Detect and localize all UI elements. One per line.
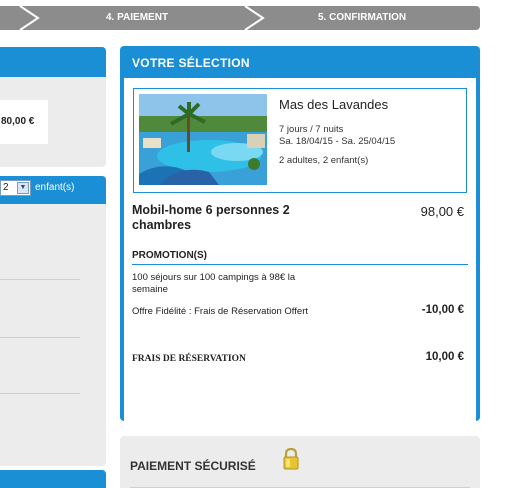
promotions-title: PROMOTION(S) (132, 250, 207, 261)
fees-amount: 10,00 € (425, 351, 464, 363)
product-price: 98,00 € (420, 204, 464, 219)
booking-page: 4. PAIEMENT 5. CONFIRMATION 80,00 € 2 ▼ … (0, 0, 528, 488)
left-panel-header (0, 47, 106, 77)
children-select[interactable]: 2 ▼ (0, 180, 31, 196)
promotion-amount: -10,00 € (421, 304, 464, 316)
step-bar: 4. PAIEMENT 5. CONFIRMATION (0, 6, 480, 30)
step-separator-icon (244, 6, 265, 30)
chevron-down-icon[interactable]: ▼ (17, 182, 29, 194)
children-label: enfant(s) (35, 182, 75, 193)
total-label: TOTAL (132, 398, 164, 409)
promotions-divider (132, 264, 468, 265)
children-select-value: 2 (3, 182, 9, 193)
secure-payment-panel: PAIEMENT SÉCURISÉ (120, 436, 480, 488)
left-price: 80,00 € (0, 100, 48, 144)
total-amount: 98,00 € (401, 393, 468, 415)
divider (0, 393, 80, 394)
divider (0, 279, 80, 280)
stay-dates: Sa. 18/04/15 - Sa. 25/04/15 (279, 136, 396, 147)
camping-name: Mas des Lavandes (279, 97, 389, 112)
selection-body: Mas des Lavandes 7 jours / 7 nuits Sa. 1… (124, 78, 476, 433)
camping-photo (139, 94, 267, 185)
step-confirmation: 5. CONFIRMATION (318, 12, 407, 23)
promotion-text: 100 séjours sur 100 campings à 98€ la se… (132, 272, 296, 295)
lock-icon (283, 448, 299, 470)
stay-guests: 2 adultes, 2 enfant(s) (279, 155, 369, 166)
step-payment: 4. PAIEMENT (106, 12, 169, 23)
selection-title: VOTRE SÉLECTION (132, 56, 250, 70)
secure-payment-title: PAIEMENT SÉCURISÉ (130, 459, 256, 473)
divider (0, 337, 80, 338)
product-name: Mobil-home 6 personnes 2 chambres (132, 203, 290, 232)
stay-duration: 7 jours / 7 nuits (279, 124, 344, 135)
left-panel-footer (0, 470, 106, 488)
camping-card: Mas des Lavandes 7 jours / 7 nuits Sa. 1… (133, 88, 467, 193)
promotion-text: Offre Fidélité : Frais de Réservation Of… (132, 306, 308, 317)
fees-label: FRAIS DE RÉSERVATION (132, 354, 246, 364)
left-options-panel (0, 176, 106, 466)
selection-panel: VOTRE SÉLECTION Mas des Lavandes 7 jours… (120, 46, 480, 433)
step-separator-icon (19, 6, 40, 30)
